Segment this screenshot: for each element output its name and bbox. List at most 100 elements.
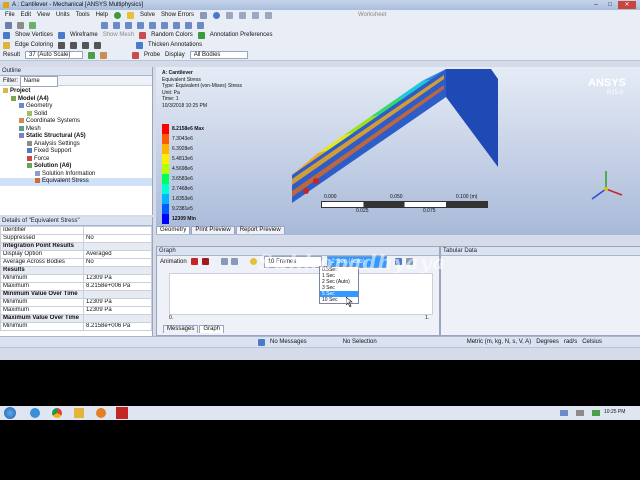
outline-item[interactable]: Solution Information [0,170,152,179]
edge-style-2-icon[interactable] [70,41,78,49]
chrome-icon[interactable] [52,408,62,418]
details-row[interactable]: Identifier [0,226,152,235]
worksheet-button[interactable]: Worksheet [358,12,387,18]
contour-icon[interactable] [88,51,96,59]
minimize-button[interactable]: – [590,1,602,9]
isometric-icon[interactable] [173,21,180,29]
help-icon[interactable] [212,11,220,19]
status-rate[interactable]: rad/s [564,339,577,345]
show-mesh-button[interactable]: Show Mesh [103,32,134,38]
box-zoom-icon[interactable] [137,21,144,29]
filter-select[interactable]: Name [19,76,58,87]
scale-label-050: 0.050 [390,194,403,200]
annotation-preferences-button[interactable]: Annotation Preferences [210,32,273,38]
rotate-icon[interactable] [101,21,108,29]
display-select[interactable]: All Bodies [189,51,248,59]
edge-style-3-icon[interactable] [82,41,90,49]
media-player-icon[interactable] [96,408,106,418]
outline-item[interactable]: Analysis Settings [0,140,152,149]
taskbar-clock[interactable]: 10:25 PM [604,409,625,415]
stop-icon[interactable] [202,257,210,265]
menu-tools[interactable]: Tools [76,12,90,18]
tab-geometry[interactable]: Geometry [156,226,191,234]
play-icon[interactable] [191,257,199,265]
wireframe-button[interactable]: Wireframe [70,32,98,38]
ansys-taskbar-icon[interactable] [116,407,128,419]
pan-icon[interactable] [113,21,120,29]
outline-item[interactable]: Coordinate Systems [0,118,152,126]
explorer-icon[interactable] [74,408,84,418]
tab-messages[interactable]: Messages [163,325,199,333]
outline-item[interactable]: Mesh [0,125,152,134]
previous-view-icon[interactable] [185,21,192,29]
probe-button[interactable]: Probe [144,52,160,58]
lightning-icon[interactable] [126,11,134,19]
status-units[interactable]: Metric (m, kg, N, s, V, A) [467,339,531,345]
status-temperature[interactable]: Celsius [582,339,602,345]
bulb-icon[interactable] [250,257,258,265]
refresh-icon[interactable] [113,11,121,19]
thicken-annotations-button[interactable]: Thicken Annotations [148,42,202,48]
outline-item[interactable]: Fixed Support [0,148,152,156]
face-select-icon[interactable] [251,11,259,19]
details-row[interactable]: Average Across Bodies No [0,258,152,267]
outline-item[interactable]: Solid [0,110,152,119]
graphics-viewport[interactable]: A: Cantilever Equivalent Stress Type: Equi… [156,67,640,235]
details-row[interactable]: Minimum Value Over Time [0,290,152,299]
select-icon[interactable] [225,11,233,19]
outline-item[interactable]: Model (A4) [0,95,152,104]
maximize-button[interactable]: □ [604,1,616,9]
show-errors-button[interactable]: Show Errors [161,12,194,18]
menu-units[interactable]: Units [56,12,70,18]
edge-style-4-icon[interactable] [94,41,102,49]
image-icon[interactable] [29,21,36,29]
edge-style-icon[interactable] [58,41,66,49]
menu-file[interactable]: File [5,12,15,18]
details-row[interactable]: Maximum Value Over Time [0,314,152,323]
body-select-icon[interactable] [264,11,272,19]
outline-item[interactable]: Equivalent Stress [0,178,152,186]
outline-item[interactable]: Static Structural (A5) [0,133,152,141]
tab-print-preview[interactable]: Print Preview [191,226,235,234]
details-row[interactable]: Maximum 8.2158e+006 Pa [0,282,152,291]
next-view-icon[interactable] [197,21,204,29]
zoom-icon[interactable] [125,21,132,29]
details-key: Display Option [0,250,85,259]
tab-report-preview[interactable]: Report Preview [235,226,285,234]
status-messages[interactable]: No Messages [270,339,307,345]
details-row[interactable]: Minimum 12309 Pa [0,298,152,307]
menu-help[interactable]: Help [96,12,108,18]
result-scale-select[interactable]: 37 (Auto Scale) [25,51,84,59]
magnifier-icon[interactable] [161,21,168,29]
fit-icon[interactable] [149,21,156,29]
status-angle[interactable]: Degrees [536,339,559,345]
cursor-icon[interactable] [199,11,207,19]
details-row[interactable]: Display Option Averaged [0,250,152,259]
random-colors-button[interactable]: Random Colors [151,32,193,38]
details-row[interactable]: Minimum 8.2158e+006 Pa [0,322,152,331]
details-row[interactable]: Maximum 12309 Pa [0,306,152,315]
menu-edit[interactable]: Edit [21,12,31,18]
tab-graph[interactable]: Graph [199,325,225,333]
close-button[interactable]: ✕ [618,1,636,9]
deformation-icon[interactable] [100,51,108,59]
print-icon[interactable] [17,21,24,29]
outline-item[interactable]: Project [0,88,152,96]
outline-item[interactable]: Geometry [0,103,152,111]
details-row[interactable]: Integration Point Results [0,242,152,251]
ie-icon[interactable] [30,408,40,418]
edge-select-icon[interactable] [238,11,246,19]
edge-coloring-button[interactable]: Edge Coloring [15,42,53,48]
show-vertices-button[interactable]: Show Vertices [15,32,53,38]
outline-item[interactable]: Solution (A6) [0,163,152,171]
solve-button[interactable]: Solve [140,12,155,18]
start-button[interactable] [4,407,16,419]
details-row[interactable]: Minimum 12309 Pa [0,274,152,283]
details-row[interactable]: Suppressed No [0,234,152,243]
menu-view[interactable]: View [37,12,50,18]
save-icon[interactable] [5,21,12,29]
outline-item[interactable]: Force [0,155,152,164]
details-row[interactable]: Results [0,266,152,275]
prev-frame-icon[interactable] [220,257,228,265]
next-frame-icon[interactable] [231,257,239,265]
